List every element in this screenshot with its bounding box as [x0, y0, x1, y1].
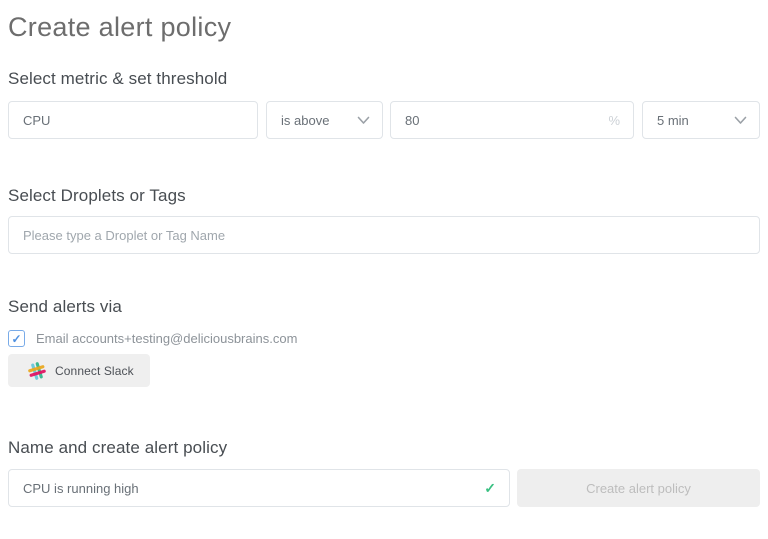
email-checkbox-label[interactable]: Email accounts+testing@deliciousbrains.c…: [36, 331, 297, 346]
metric-input[interactable]: [8, 101, 258, 139]
name-row: ✓ Create alert policy: [8, 469, 760, 507]
create-alert-policy-button[interactable]: Create alert policy: [517, 469, 760, 507]
chevron-down-icon: [734, 116, 747, 124]
droplets-section-heading: Select Droplets or Tags: [8, 186, 186, 205]
name-section-heading: Name and create alert policy: [8, 438, 228, 457]
threshold-input-wrap: %: [390, 101, 634, 139]
create-alert-policy-page: Create alert policy Select metric & set …: [0, 12, 768, 507]
threshold-input[interactable]: [390, 101, 634, 139]
droplet-search-input[interactable]: [8, 216, 760, 254]
duration-select-value: 5 min: [657, 112, 689, 128]
page-title: Create alert policy: [8, 12, 232, 42]
comparator-select-value: is above: [281, 112, 330, 128]
connect-slack-button[interactable]: Connect Slack: [8, 354, 150, 387]
policy-name-input[interactable]: [8, 469, 510, 507]
metric-input-wrap: [8, 101, 258, 139]
threshold-section-heading: Select metric & set threshold: [8, 69, 228, 88]
email-checkbox[interactable]: ✓: [8, 330, 25, 347]
chevron-down-icon: [357, 116, 370, 124]
email-checkbox-row: ✓ Email accounts+testing@deliciousbrains…: [8, 330, 760, 347]
threshold-row: is above % 5 min: [8, 101, 760, 139]
droplet-search-wrap: [8, 216, 760, 254]
comparator-select[interactable]: is above: [266, 101, 383, 139]
connect-slack-label: Connect Slack: [55, 363, 134, 378]
slack-icon: [28, 361, 46, 380]
policy-name-wrap: ✓: [8, 469, 510, 507]
check-icon: ✓: [11, 331, 22, 346]
duration-select[interactable]: 5 min: [642, 101, 760, 139]
alerts-section-heading: Send alerts via: [8, 297, 122, 316]
